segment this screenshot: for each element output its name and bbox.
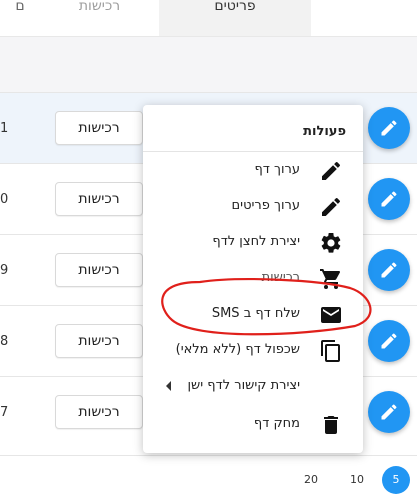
page-size-option-selected[interactable]: 5 <box>382 466 410 494</box>
toolbar-band <box>0 36 417 93</box>
row-number: 8 <box>0 334 9 349</box>
menu-divider <box>143 151 363 152</box>
menu-item-edit-page[interactable]: ערוך דף <box>143 153 363 189</box>
row-number: 7 <box>0 405 9 420</box>
edit-fab[interactable] <box>368 320 410 362</box>
gear-icon <box>319 231 343 255</box>
row-number: 0 <box>0 192 9 207</box>
page-size-option[interactable]: 20 <box>297 466 325 494</box>
menu-item-label: רכישות <box>261 270 300 285</box>
menu-item-duplicate-page[interactable]: שכפול דף (ללא מלאי) <box>143 333 363 369</box>
pagination: 20 10 5 <box>0 455 417 496</box>
copy-icon <box>319 339 343 363</box>
menu-item-create-button[interactable]: יצירת לחצן לדף <box>143 225 363 261</box>
tab-partial-label: ם <box>15 0 25 14</box>
menu-item-label: יצירת לחצן לדף <box>212 234 300 249</box>
envelope-icon <box>319 303 343 327</box>
menu-item-purchases[interactable]: רכישות <box>143 261 363 297</box>
menu-item-label: ערוך דף <box>254 162 300 177</box>
menu-item-label: מחק דף <box>253 416 300 431</box>
purchases-button[interactable]: רכישות <box>55 395 143 429</box>
menu-item-label: שלח דף ב SMS <box>211 306 300 321</box>
pencil-icon <box>319 159 343 183</box>
pencil-icon <box>319 195 343 219</box>
pencil-icon <box>381 120 397 136</box>
pencil-icon <box>381 333 397 349</box>
menu-item-send-sms[interactable]: שלח דף ב SMS <box>143 297 363 333</box>
menu-item-delete-page[interactable]: מחק דף <box>143 407 363 443</box>
pencil-icon <box>381 191 397 207</box>
menu-title: פעולות <box>303 124 346 139</box>
menu-item-edit-items[interactable]: ערוך פריטים <box>143 189 363 225</box>
purchases-button[interactable]: רכישות <box>55 182 143 216</box>
edit-fab[interactable] <box>368 249 410 291</box>
purchases-button[interactable]: רכישות <box>55 324 143 358</box>
trash-icon <box>319 413 343 437</box>
caret-left-icon <box>166 381 171 391</box>
menu-item-label: ערוך פריטים <box>231 198 300 213</box>
tab-bar: ם רכישות פריטים <box>0 0 417 36</box>
tab-purchases[interactable]: רכישות <box>40 0 159 36</box>
edit-fab[interactable] <box>368 178 410 220</box>
menu-item-label: שכפול דף (ללא מלאי) <box>175 342 300 357</box>
pencil-icon <box>381 262 397 278</box>
tab-partial[interactable]: ם <box>0 0 40 36</box>
row-number: 1 <box>0 121 9 136</box>
purchases-button[interactable]: רכישות <box>55 253 143 287</box>
pencil-icon <box>381 404 397 420</box>
purchases-button[interactable]: רכישות <box>55 111 143 145</box>
edit-fab[interactable] <box>368 391 410 433</box>
cart-icon <box>319 267 343 291</box>
page-size-option[interactable]: 10 <box>343 466 371 494</box>
menu-item-label: יצירת קישור לדף ישן <box>187 378 301 393</box>
edit-fab[interactable] <box>368 107 410 149</box>
tab-purchases-label: רכישות <box>78 0 121 14</box>
menu-item-create-link[interactable]: יצירת קישור לדף ישן <box>143 369 363 405</box>
tab-items[interactable]: פריטים <box>159 0 311 36</box>
row-number: 9 <box>0 263 9 278</box>
actions-menu: פעולות ערוך דף ערוך פריטים יצירת לחצן לד… <box>143 105 363 453</box>
tab-items-label: פריטים <box>214 0 256 14</box>
